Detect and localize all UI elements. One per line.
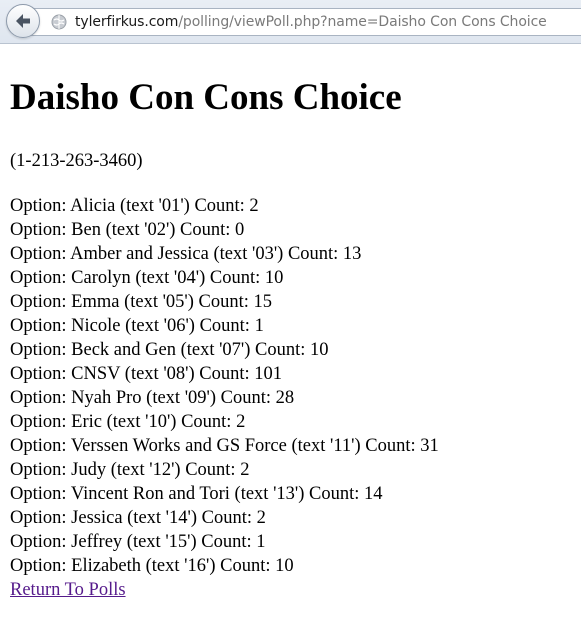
back-button[interactable] bbox=[6, 4, 40, 38]
poll-options-list: Option: Alicia (text '01') Count: 2 Opti… bbox=[10, 194, 439, 602]
poll-option: Option: Elizabeth (text '16') Count: 10 bbox=[10, 556, 294, 576]
poll-option: Option: Amber and Jessica (text '03') Co… bbox=[10, 244, 362, 264]
url-path: /polling/viewPoll.php?name=Daisho Con Co… bbox=[178, 14, 547, 30]
globe-icon bbox=[51, 14, 67, 35]
poll-option: Option: Alicia (text '01') Count: 2 bbox=[10, 196, 259, 216]
poll-option: Option: Jeffrey (text '15') Count: 1 bbox=[10, 532, 266, 552]
poll-option: Option: Eric (text '10') Count: 2 bbox=[10, 412, 246, 432]
poll-option: Option: Vincent Ron and Tori (text '13')… bbox=[10, 484, 383, 504]
back-arrow-icon bbox=[16, 14, 30, 28]
poll-option: Option: Beck and Gen (text '07') Count: … bbox=[10, 340, 329, 360]
page-title: Daisho Con Cons Choice bbox=[10, 77, 402, 118]
poll-option: Option: Verssen Works and GS Force (text… bbox=[10, 436, 439, 456]
url-domain: tylerfirkus.com bbox=[75, 14, 179, 30]
address-bar[interactable]: tylerfirkus.com/polling/viewPoll.php?nam… bbox=[30, 8, 581, 36]
poll-option: Option: CNSV (text '08') Count: 101 bbox=[10, 364, 283, 384]
return-to-polls-link[interactable]: Return To Polls bbox=[10, 578, 439, 602]
poll-option: Option: Judy (text '12') Count: 2 bbox=[10, 460, 250, 480]
poll-option: Option: Ben (text '02') Count: 0 bbox=[10, 220, 245, 240]
url-text[interactable]: tylerfirkus.com/polling/viewPoll.php?nam… bbox=[75, 14, 547, 30]
poll-option: Option: Jessica (text '14') Count: 2 bbox=[10, 508, 266, 528]
browser-toolbar: tylerfirkus.com/polling/viewPoll.php?nam… bbox=[0, 0, 581, 44]
poll-option: Option: Carolyn (text '04') Count: 10 bbox=[10, 268, 284, 288]
poll-phone-number: (1-213-263-3460) bbox=[10, 151, 143, 171]
poll-option: Option: Emma (text '05') Count: 15 bbox=[10, 292, 273, 312]
poll-option: Option: Nicole (text '06') Count: 1 bbox=[10, 316, 264, 336]
poll-option: Option: Nyah Pro (text '09') Count: 28 bbox=[10, 388, 295, 408]
